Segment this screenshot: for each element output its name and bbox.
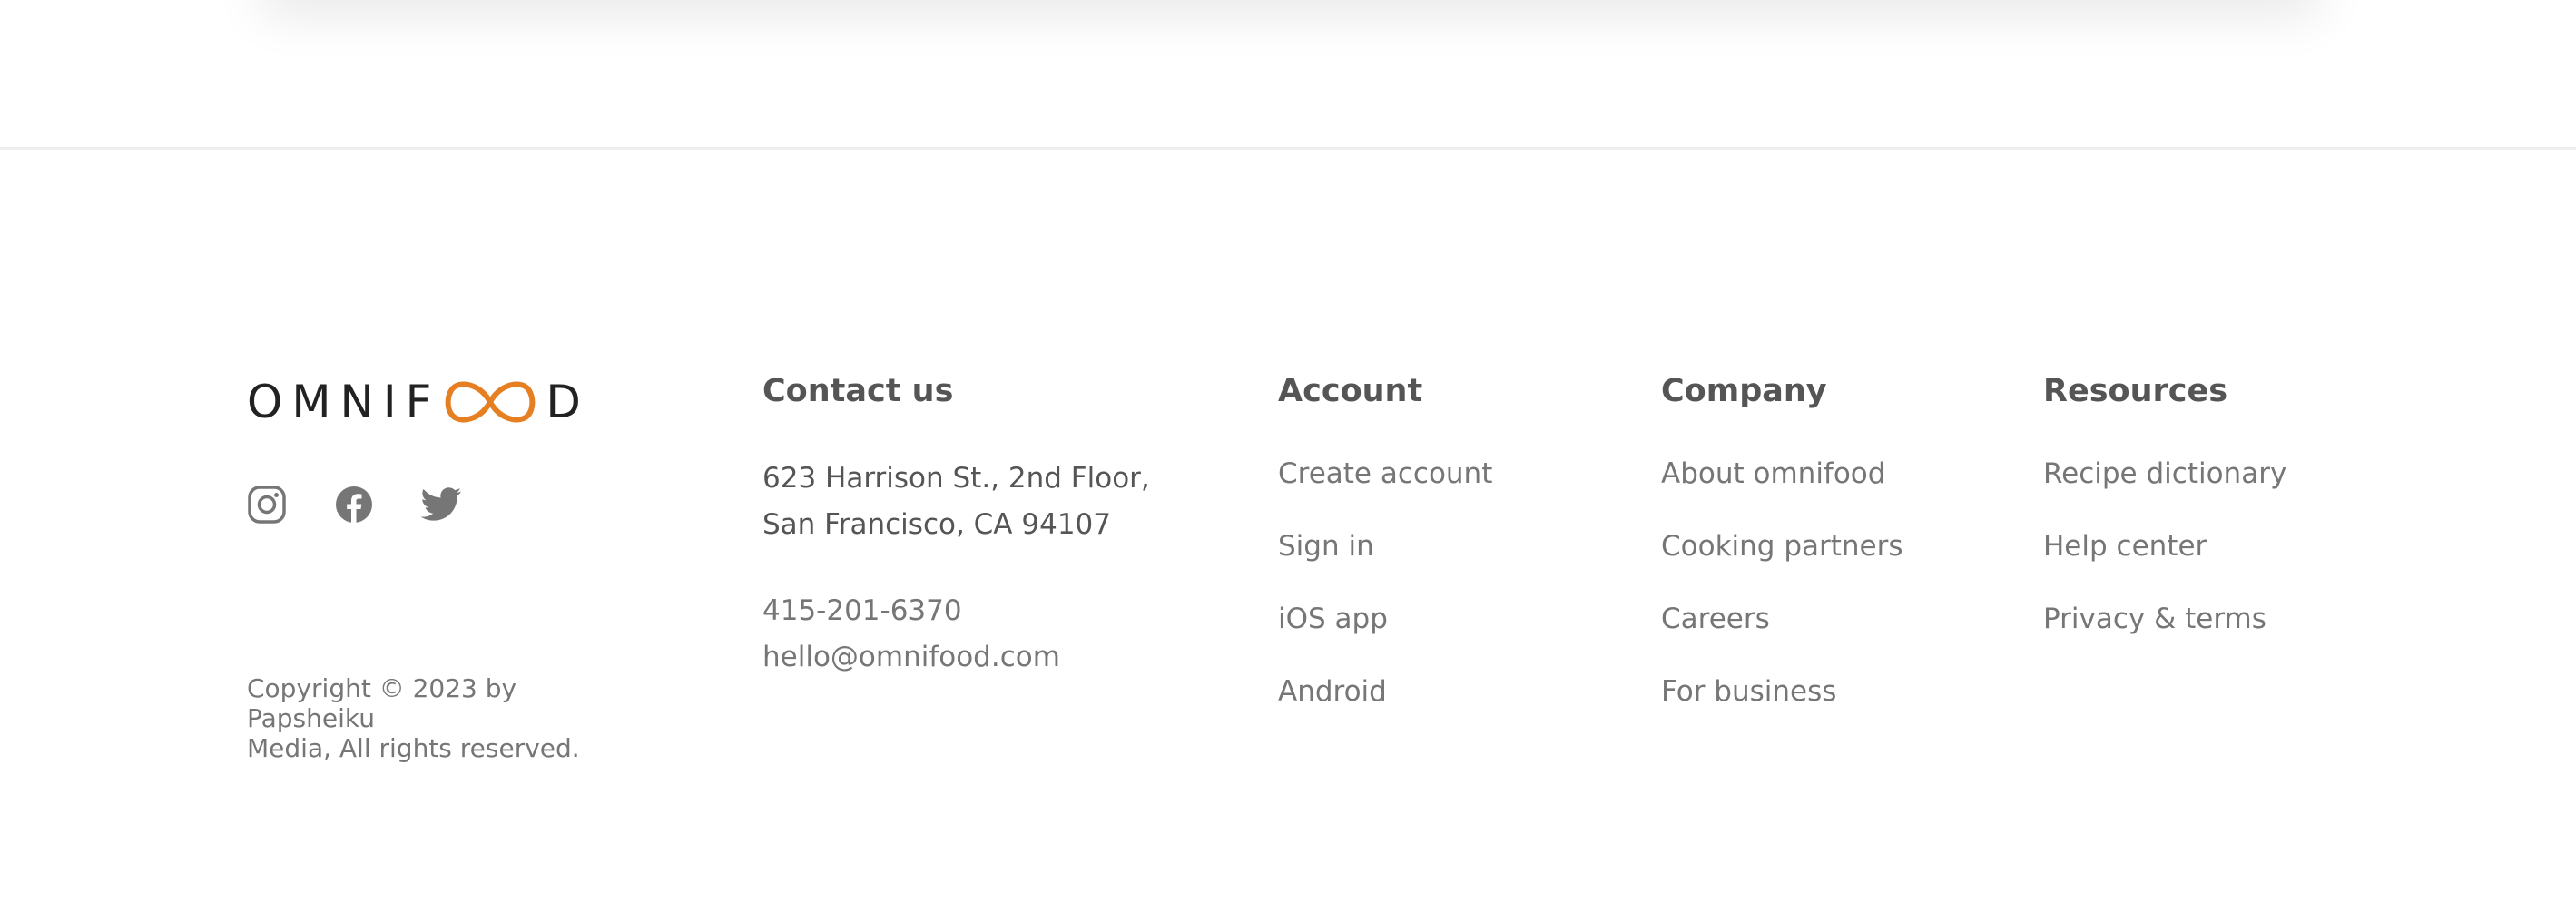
- company-links: About omnifood Cooking partners Careers …: [1661, 456, 1903, 746]
- footer-resources-column: Resources Recipe dictionary Help center …: [2043, 372, 2286, 673]
- copyright-line-1: Copyright © 2023 by Papsheiku: [247, 673, 517, 733]
- create-account-link[interactable]: Create account: [1278, 457, 1492, 490]
- address-line-1: 623 Harrison St., 2nd Floor,: [762, 462, 1150, 495]
- footer-company-column: Company About omnifood Cooking partners …: [1661, 372, 1903, 746]
- footer-contact-column: Contact us 623 Harrison St., 2nd Floor, …: [762, 372, 1150, 682]
- footer-account-column: Account Create account Sign in iOS app A…: [1278, 372, 1492, 746]
- help-center-link[interactable]: Help center: [2043, 530, 2207, 563]
- careers-link[interactable]: Careers: [1661, 603, 1770, 635]
- contact-details: 415-201-6370 hello@omnifood.com: [762, 588, 1150, 681]
- logo-text-prefix: OMNIF: [247, 376, 441, 428]
- ios-app-link[interactable]: iOS app: [1278, 603, 1388, 635]
- copyright-line-2: Media, All rights reserved.: [247, 732, 580, 763]
- cooking-partners-link[interactable]: Cooking partners: [1661, 530, 1903, 563]
- copyright-text: Copyright © 2023 by Papsheiku Media, All…: [247, 673, 646, 763]
- resources-links: Recipe dictionary Help center Privacy & …: [2043, 456, 2286, 673]
- address-line-2: San Francisco, CA 94107: [762, 508, 1111, 542]
- for-business-link[interactable]: For business: [1661, 675, 1836, 708]
- omnifood-logo[interactable]: OMNIF D: [247, 370, 590, 434]
- email-link[interactable]: hello@omnifood.com: [762, 634, 1150, 681]
- instagram-icon[interactable]: [247, 485, 287, 525]
- page: OMNIF D Copyright © 2023 by Papsheiku Me…: [0, 0, 2576, 922]
- account-heading: Account: [1278, 373, 1423, 409]
- sign-in-link[interactable]: Sign in: [1278, 530, 1374, 563]
- contact-heading: Contact us: [762, 373, 954, 409]
- facebook-icon[interactable]: [334, 485, 374, 525]
- resources-heading: Resources: [2043, 373, 2228, 409]
- footer-brand-column: OMNIF D: [247, 370, 590, 525]
- recipe-dictionary-link[interactable]: Recipe dictionary: [2043, 457, 2286, 490]
- twitter-icon[interactable]: [421, 485, 463, 525]
- android-link[interactable]: Android: [1278, 675, 1387, 708]
- social-links: [247, 485, 590, 525]
- account-links: Create account Sign in iOS app Android: [1278, 456, 1492, 746]
- phone-link[interactable]: 415-201-6370: [762, 588, 1150, 634]
- contact-address: 623 Harrison St., 2nd Floor, San Francis…: [762, 456, 1150, 548]
- company-heading: Company: [1661, 373, 1827, 409]
- about-omnifood-link[interactable]: About omnifood: [1661, 457, 1885, 490]
- privacy-terms-link[interactable]: Privacy & terms: [2043, 603, 2266, 635]
- footer-divider: [0, 147, 2576, 150]
- logo-text-suffix: D: [546, 376, 590, 428]
- infinity-logo-icon: [446, 381, 536, 423]
